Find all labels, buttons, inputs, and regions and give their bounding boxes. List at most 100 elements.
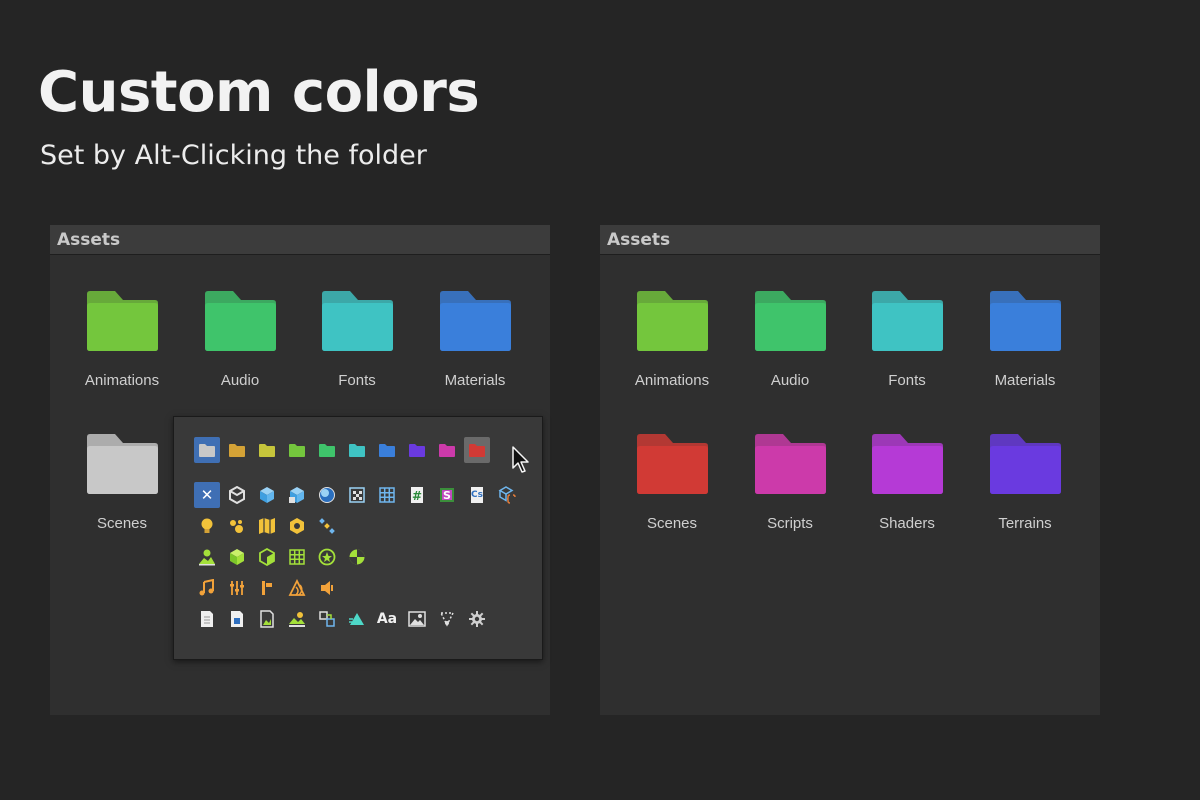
texture-checker-icon[interactable] [344,482,370,508]
folder-label: Animations [634,372,710,389]
color-swatch[interactable] [284,437,310,463]
folder-item-fonts[interactable]: Fonts [848,290,966,410]
folder-icon [755,434,826,494]
document-icon[interactable] [194,606,220,632]
map-icon[interactable] [254,513,280,539]
folder-item-fonts[interactable]: Fonts [298,290,416,410]
folder-item-audio[interactable]: Audio [731,290,849,410]
color-swatch[interactable] [224,437,250,463]
hero-subtitle: Set by Alt-Clicking the folder [40,140,427,171]
avatar-mask-icon[interactable] [344,544,370,570]
folder-label: Shaders [879,515,935,532]
icon-row [194,513,520,539]
color-swatch[interactable] [194,437,220,463]
folder-icon [322,291,393,351]
transform-icon[interactable] [314,606,340,632]
folder-item-scenes[interactable]: Scenes [613,433,731,553]
folder-label: Fonts [338,372,376,389]
clear-icon-button[interactable]: ✕ [194,482,220,508]
gear-icon[interactable] [464,606,490,632]
color-swatch[interactable] [314,437,340,463]
color-swatch[interactable] [404,437,430,463]
audio-reverb-icon[interactable] [284,575,310,601]
script-hash-icon[interactable]: # [404,482,430,508]
small-folder-icon [469,443,485,457]
color-swatch[interactable] [254,437,280,463]
csharp-script-icon[interactable]: Cs [464,482,490,508]
folder-icon [87,291,158,351]
folder-item-animations[interactable]: Animations [613,290,731,410]
small-folder-icon [349,443,365,457]
light-bulb-icon[interactable] [194,513,220,539]
audio-mixer-icon[interactable] [224,575,250,601]
physics-material-icon[interactable] [314,544,340,570]
small-folder-icon [379,443,395,457]
hexagon-settings-icon[interactable] [284,513,310,539]
folder-label: Audio [220,372,260,389]
audio-source-icon[interactable] [254,575,280,601]
shader-icon[interactable]: S [434,482,460,508]
hero-title: Custom colors [38,60,480,125]
terrain-tool-icon[interactable] [194,544,220,570]
prefab-script-icon[interactable] [494,482,520,508]
folder-label: Scripts [767,515,813,532]
folder-item-audio[interactable]: Audio [181,290,299,410]
color-swatch[interactable] [464,437,490,463]
icon-row [194,544,520,570]
folder-item-shaders[interactable]: Shaders [848,433,966,553]
folder-icon [755,291,826,351]
panel-header: Assets [600,225,1100,255]
landscape-icon[interactable] [284,606,310,632]
folder-item-materials[interactable]: Materials [966,290,1084,410]
material-sphere-icon[interactable] [314,482,340,508]
music-note-icon[interactable] [194,575,220,601]
mesh-outline-icon[interactable] [254,544,280,570]
folder-icon [87,434,158,494]
folder-label: Materials [994,372,1056,389]
hash-glyph: # [411,488,423,503]
shader-glyph: S [443,488,451,502]
prefab-cube-icon[interactable] [254,482,280,508]
assets-panel-right: Assets Animations Audio Fonts Materials Scen… [600,225,1100,715]
tile-grid-icon[interactable] [284,544,310,570]
folder-icon [872,291,943,351]
mesh-cube-icon[interactable] [224,544,250,570]
font-icon[interactable]: Aa [374,606,400,632]
small-folder-icon [319,443,335,457]
speaker-icon[interactable] [314,575,340,601]
color-swatch[interactable] [374,437,400,463]
image-icon[interactable] [404,606,430,632]
folder-item-materials[interactable]: Materials [416,290,534,410]
folder-label: Scenes [96,515,148,532]
font-glyph: Aa [376,611,398,627]
vfx-icon[interactable] [434,606,460,632]
folder-label: Terrains [998,515,1052,532]
color-swatch[interactable] [344,437,370,463]
small-folder-icon [229,443,245,457]
panel-header: Assets [50,225,550,255]
prefab-variant-icon[interactable] [284,482,310,508]
folder-icon [440,291,511,351]
terrain-data-icon[interactable] [254,606,280,632]
sprite-shape-icon[interactable] [344,606,370,632]
folder-item-terrains[interactable]: Terrains [966,433,1084,553]
folder-item-animations[interactable]: Animations [63,290,181,410]
folder-label: Fonts [888,372,926,389]
small-folder-icon [409,443,425,457]
unity-prefab-icon[interactable] [224,482,250,508]
asset-document-icon[interactable] [224,606,250,632]
satellite-icon[interactable] [314,513,340,539]
folder-icon [637,291,708,351]
icon-grid: ✕ # S Cs Aa [194,482,520,637]
folder-item-scripts[interactable]: Scripts [731,433,849,553]
color-swatch[interactable] [434,437,460,463]
grid-icon[interactable] [374,482,400,508]
folder-icon [990,434,1061,494]
folder-item-scenes[interactable]: Scenes [63,433,181,553]
folder-icon [872,434,943,494]
folder-label: Materials [444,372,506,389]
folder-icon [637,434,708,494]
csharp-glyph: Cs [471,490,483,500]
small-folder-icon [199,443,215,457]
particles-icon[interactable] [224,513,250,539]
